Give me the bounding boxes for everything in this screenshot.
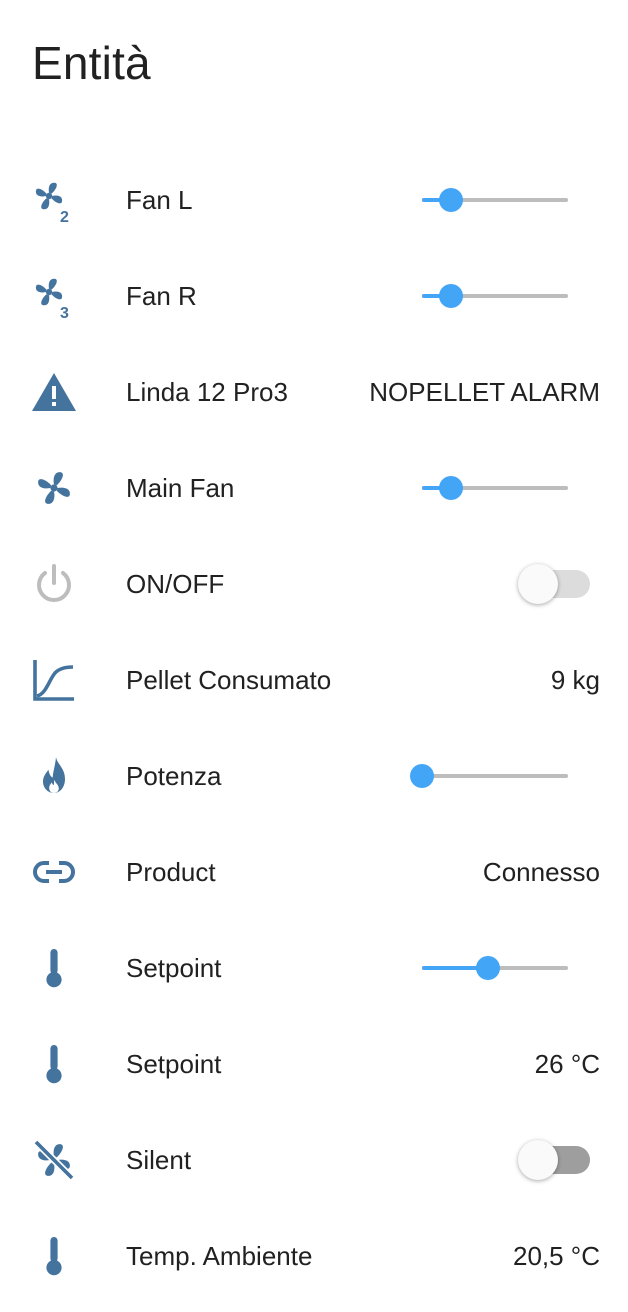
entity-row-fan-r[interactable]: 3 Fan R (0, 248, 628, 344)
entity-row-potenza[interactable]: Potenza (0, 728, 628, 824)
entities-card: Entità 2 Fan L 3 Fan R Linda 12 Pro3 NOP… (0, 0, 628, 1312)
entity-row-temp-ambiente[interactable]: Temp. Ambiente 20,5 °C (0, 1208, 628, 1304)
entity-label: Linda 12 Pro3 (126, 377, 288, 407)
entity-state: 20,5 °C (512, 1241, 600, 1271)
fan-speed-3-icon[interactable]: 3 (30, 272, 78, 320)
thermometer-icon[interactable] (30, 1232, 78, 1280)
entity-label: Temp. Ambiente (126, 1241, 313, 1271)
fan-l-slider[interactable] (422, 188, 568, 212)
entity-label: Main Fan (126, 473, 235, 503)
entity-row-pellet[interactable]: Pellet Consumato 9 kg (0, 632, 628, 728)
entity-row-fan-l[interactable]: 2 Fan L (0, 152, 628, 248)
entity-state: NOPELLET ALARM (369, 377, 600, 407)
svg-text:3: 3 (60, 305, 69, 320)
entity-label: Silent (126, 1145, 192, 1175)
toggle-knob[interactable] (518, 564, 558, 604)
entity-label: Setpoint (126, 1049, 222, 1079)
toggle-knob[interactable] (518, 1140, 558, 1180)
fan-speed-2-icon[interactable]: 2 (30, 176, 78, 224)
entity-label: ON/OFF (126, 569, 225, 599)
slider-thumb[interactable] (439, 188, 463, 212)
entity-state: Connesso (482, 857, 600, 887)
fan-r-slider[interactable] (422, 284, 568, 308)
chart-curve-icon[interactable] (30, 656, 78, 704)
entity-label: Setpoint (126, 953, 222, 983)
fire-icon[interactable] (30, 752, 78, 800)
main-fan-slider[interactable] (422, 476, 568, 500)
power-icon[interactable] (30, 560, 78, 608)
link-icon[interactable] (30, 848, 78, 896)
on-off-toggle[interactable] (518, 564, 592, 604)
potenza-slider[interactable] (410, 764, 568, 788)
fan-icon[interactable] (30, 464, 78, 512)
entity-state: 9 kg (550, 665, 600, 695)
setpoint-slider[interactable] (422, 956, 568, 980)
svg-text:2: 2 (60, 209, 69, 224)
alert-icon[interactable] (30, 368, 78, 416)
entity-label: Fan L (126, 185, 193, 215)
silent-toggle[interactable] (518, 1140, 592, 1180)
entity-label: Fan R (126, 281, 197, 311)
entity-row-setpoint-value[interactable]: Setpoint 26 °C (0, 1016, 628, 1112)
entity-label: Product (126, 857, 216, 887)
slider-rail (422, 774, 568, 778)
fan-off-icon[interactable] (30, 1136, 78, 1184)
entity-label: Potenza (126, 761, 222, 791)
entity-row-on-off[interactable]: ON/OFF (0, 536, 628, 632)
thermometer-icon[interactable] (30, 944, 78, 992)
entity-state: 26 °C (534, 1049, 600, 1079)
slider-thumb[interactable] (439, 284, 463, 308)
card-title: Entità (32, 37, 151, 89)
entity-row-product[interactable]: Product Connesso (0, 824, 628, 920)
slider-thumb[interactable] (410, 764, 434, 788)
entity-row-silent[interactable]: Silent (0, 1112, 628, 1208)
entity-label: Pellet Consumato (126, 665, 332, 695)
slider-thumb[interactable] (476, 956, 500, 980)
slider-thumb[interactable] (439, 476, 463, 500)
entity-row-linda[interactable]: Linda 12 Pro3 NOPELLET ALARM (0, 344, 628, 440)
thermometer-icon[interactable] (30, 1040, 78, 1088)
entity-list: 2 Fan L 3 Fan R Linda 12 Pro3 NOPELLET A… (0, 152, 628, 1304)
entity-row-main-fan[interactable]: Main Fan (0, 440, 628, 536)
entity-row-setpoint-slider[interactable]: Setpoint (0, 920, 628, 1016)
